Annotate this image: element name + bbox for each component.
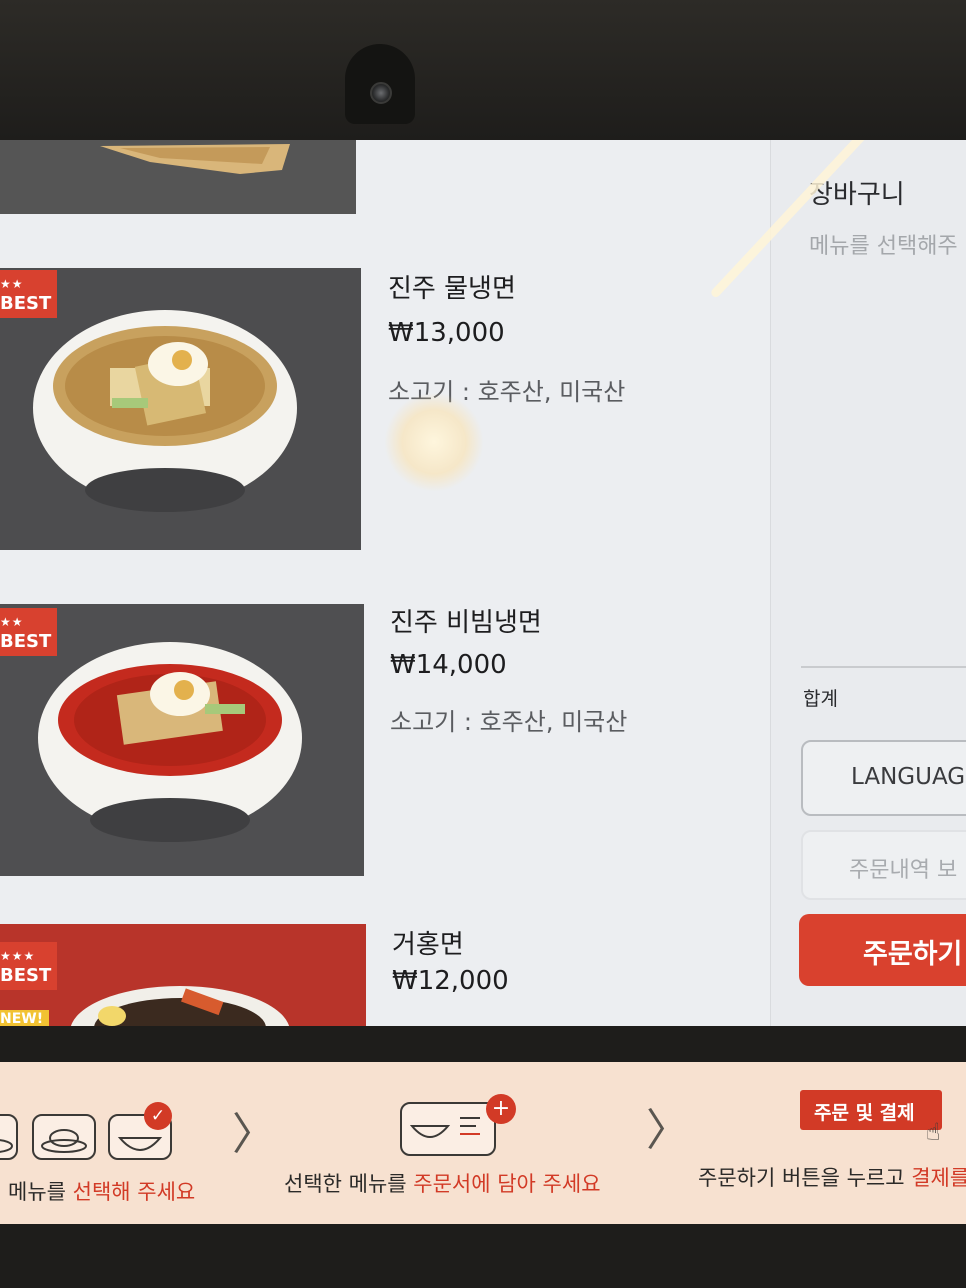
step3-text: 주문하기 버튼을 누르고 결제를	[698, 1162, 966, 1192]
cart-empty-message: 메뉴를 선택해주	[809, 234, 958, 259]
step3-highlight: 결제를	[911, 1166, 966, 1190]
badge-stars: ★★	[0, 615, 24, 629]
order-pay-chip: 주문 및 결제	[800, 1090, 942, 1130]
cart-panel: 장바구니 메뉴를 선택해주 합계 LANGUAG 주문내역 보 주문하기	[770, 140, 966, 1026]
plate-icon	[0, 1114, 18, 1160]
step1-prefix: 메뉴를	[8, 1180, 73, 1204]
step1-text: 메뉴를 선택해 주세요	[8, 1176, 195, 1206]
cart-divider	[801, 666, 966, 668]
hand-pointer-icon: ☝	[926, 1118, 941, 1146]
badge-stars: ★★★	[0, 949, 36, 963]
kiosk-screen: ★★ BEST 진주 물냉면 ₩13,000 소고기 : 호주산, 미국산 ★★…	[0, 140, 966, 1026]
instruction-strip: ✓ 메뉴를 선택해 주세요 〉 + 선택한 메뉴를 주문서에 담아 주세요 〉 …	[0, 1062, 966, 1224]
step2-text: 선택한 메뉴를 주문서에 담아 주세요	[284, 1168, 601, 1198]
menu-item[interactable]: ★★ BEST 진주 비빔냉면 ₩14,000 소고기 : 호주산, 미국산	[0, 602, 770, 876]
menu-item-name: 진주 물냉면	[388, 274, 516, 304]
best-badge: ★★ BEST	[0, 270, 58, 318]
menu-item-price: ₩14,000	[390, 650, 507, 680]
best-badge: ★★★ BEST	[0, 942, 58, 990]
light-glare	[384, 392, 484, 492]
check-icon: ✓	[144, 1102, 172, 1130]
badge-label: BEST	[0, 631, 52, 652]
menu-list: ★★ BEST 진주 물냉면 ₩13,000 소고기 : 호주산, 미국산 ★★…	[0, 140, 770, 1026]
plus-icon: +	[486, 1094, 516, 1124]
step2-prefix: 선택한 메뉴를	[284, 1172, 414, 1196]
best-badge: ★★ BEST	[0, 608, 58, 656]
language-button[interactable]: LANGUAG	[801, 740, 966, 816]
camera-icon	[370, 82, 392, 104]
chevron-right-icon: 〉	[232, 1109, 276, 1160]
menu-item[interactable]: ★★ BEST 진주 물냉면 ₩13,000 소고기 : 호주산, 미국산	[0, 268, 770, 552]
menu-item-name: 거홍면	[392, 930, 464, 960]
menu-item-photo-partial[interactable]	[0, 140, 356, 214]
menu-item-price: ₩13,000	[388, 318, 505, 348]
badge-stars: ★★	[0, 277, 24, 291]
new-badge: NEW!	[0, 1010, 50, 1026]
step2-highlight: 주문서에 담아 주세요	[413, 1172, 601, 1196]
order-button[interactable]: 주문하기	[799, 914, 966, 986]
badge-label: BEST	[0, 293, 52, 314]
order-sheet-icon	[400, 1102, 496, 1156]
menu-item-price: ₩12,000	[392, 966, 509, 996]
menu-item-origin: 소고기 : 호주산, 미국산	[390, 708, 628, 736]
chevron-right-icon: 〉	[646, 1105, 690, 1156]
kiosk-top-bezel	[0, 0, 966, 140]
badge-label: BEST	[0, 965, 52, 986]
step1-highlight: 선택해 주세요	[72, 1180, 196, 1204]
rice-plate-icon	[32, 1114, 96, 1160]
total-label: 합계	[803, 688, 838, 710]
order-history-button[interactable]: 주문내역 보	[801, 830, 966, 900]
menu-item[interactable]: ★★★ BEST NEW! 거홍면 ₩12,000	[0, 924, 770, 1026]
step3-prefix: 주문하기 버튼을 누르고	[698, 1166, 912, 1190]
menu-item-name: 진주 비빔냉면	[390, 608, 542, 638]
